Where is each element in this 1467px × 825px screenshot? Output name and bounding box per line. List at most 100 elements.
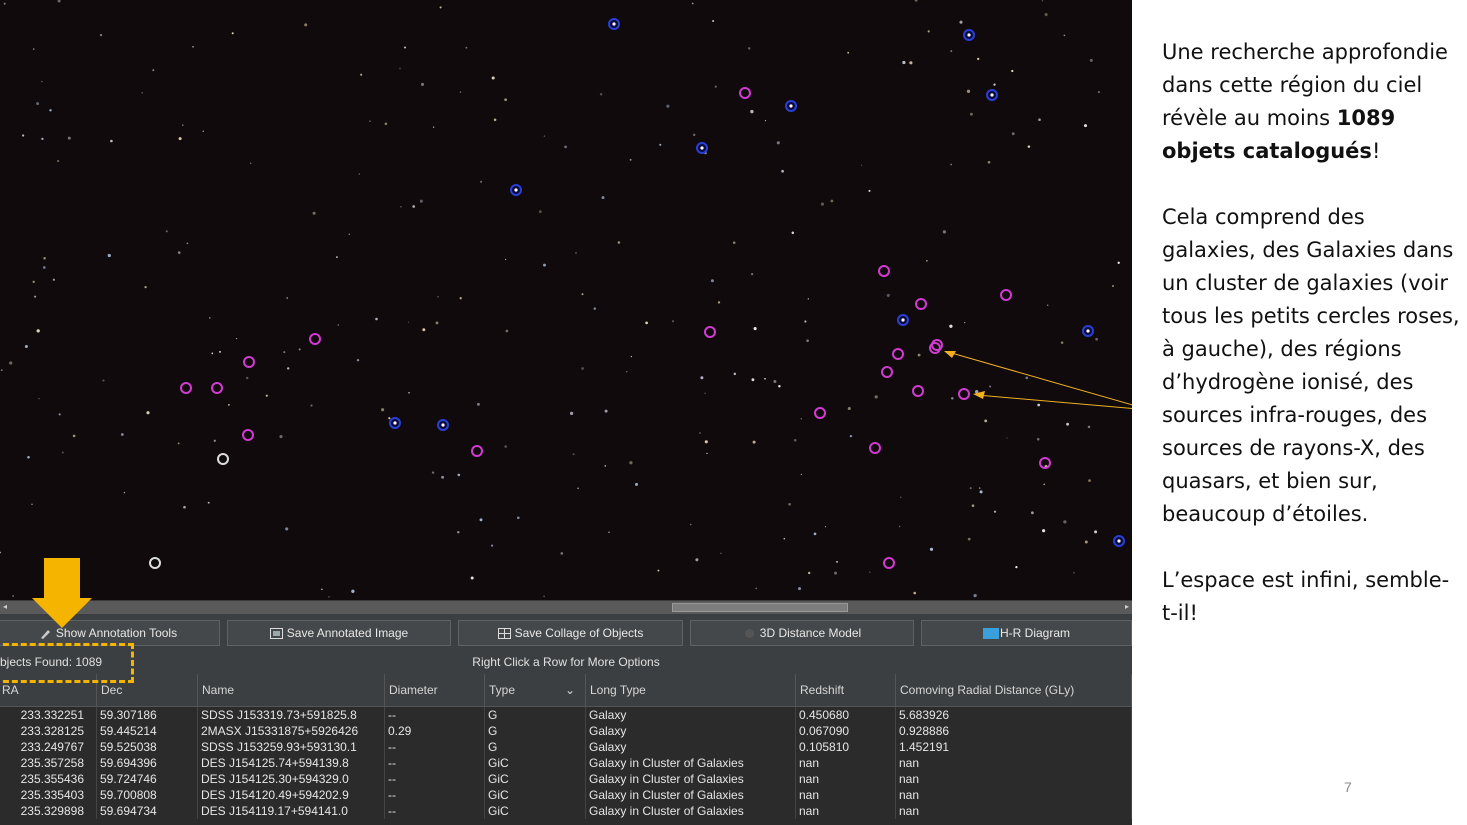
star	[691, 2, 694, 5]
galaxy-marker[interactable]	[739, 87, 751, 99]
table-row[interactable]: 235.355436 59.724746 DES J154125.30+594329…	[0, 771, 1132, 787]
star	[228, 404, 230, 406]
galaxy-marker[interactable]	[242, 429, 254, 441]
cell-distance: nan	[896, 803, 1132, 819]
other-marker[interactable]	[217, 453, 229, 465]
table-row[interactable]: 233.328125 59.445214 2MASX J15331875+59264…	[0, 723, 1132, 739]
galaxy-marker[interactable]	[309, 333, 321, 345]
column-header-redshift[interactable]: Redshift	[796, 674, 896, 706]
star	[0, 551, 2, 554]
cell-distance: nan	[896, 771, 1132, 787]
galaxy-marker[interactable]	[243, 356, 255, 368]
galaxy-marker[interactable]	[912, 385, 924, 397]
star	[310, 404, 313, 407]
star-core	[393, 421, 397, 425]
star	[1015, 565, 1018, 569]
galaxy-marker[interactable]	[704, 326, 716, 338]
cell-diameter: --	[385, 755, 485, 771]
save-collage-button[interactable]: Save Collage of Objects	[458, 620, 683, 646]
star	[836, 561, 838, 563]
galaxy-marker[interactable]	[471, 445, 483, 457]
star	[926, 259, 928, 262]
star	[1011, 132, 1015, 136]
cell-name: 2MASX J15331875+5926426	[198, 723, 385, 739]
galaxy-marker[interactable]	[814, 407, 826, 419]
horizontal-scrollbar[interactable]: ◂ ▸	[0, 600, 1132, 614]
galaxy-marker[interactable]	[869, 442, 881, 454]
objects-table[interactable]: RA Dec Name Diameter Type ⌄ Long Type Re…	[0, 674, 1132, 825]
column-header-comoving-distance[interactable]: Comoving Radial Distance (GLy)	[896, 674, 1132, 706]
column-header-type[interactable]: Type ⌄	[485, 674, 586, 706]
star	[3, 2, 6, 5]
chevron-down-icon[interactable]: ⌄	[565, 674, 575, 706]
star	[569, 411, 574, 416]
star	[491, 76, 495, 80]
star	[279, 435, 283, 439]
column-header-long-type[interactable]: Long Type	[586, 674, 796, 706]
star	[950, 50, 953, 53]
button-label: Save Annotated Image	[286, 626, 409, 640]
star	[577, 487, 579, 490]
star	[49, 109, 52, 112]
table-row[interactable]: 233.249767 59.525038 SDSS J153259.93+59313…	[0, 739, 1132, 755]
galaxy-marker[interactable]	[892, 348, 904, 360]
star	[183, 505, 186, 509]
cell-diameter: --	[385, 739, 485, 755]
star	[470, 576, 474, 580]
table-row[interactable]: 235.329898 59.694734 DES J154119.17+594141…	[0, 803, 1132, 819]
sky-image	[0, 0, 1125, 598]
cell-long-type: Galaxy in Cluster of Galaxies	[586, 787, 796, 803]
galaxy-marker[interactable]	[883, 557, 895, 569]
galaxy-marker[interactable]	[958, 388, 970, 400]
star	[773, 380, 777, 383]
star-core	[700, 146, 704, 150]
scrollbar-thumb[interactable]	[672, 603, 848, 612]
star	[959, 20, 963, 24]
table-row[interactable]: 233.332251 59.307186 SDSS J153319.73+59182…	[0, 707, 1132, 723]
star	[966, 89, 971, 93]
sky-image-viewer[interactable]	[0, 0, 1132, 600]
column-header-name[interactable]: Name	[198, 674, 385, 706]
star	[695, 558, 699, 562]
star	[1094, 530, 1098, 534]
cell-type: GiC	[485, 771, 586, 787]
galaxy-marker[interactable]	[881, 366, 893, 378]
galaxy-marker[interactable]	[915, 298, 927, 310]
star	[41, 80, 43, 83]
star	[348, 233, 351, 236]
galaxy-marker[interactable]	[211, 382, 223, 394]
star	[57, 0, 61, 3]
3d-distance-model-button[interactable]: 3D Distance Model	[690, 620, 914, 646]
column-header-diameter[interactable]: Diameter	[385, 674, 485, 706]
other-marker[interactable]	[149, 557, 161, 569]
star	[913, 591, 916, 595]
star	[975, 390, 979, 394]
star	[67, 136, 71, 140]
star	[1042, 529, 1046, 533]
star	[432, 126, 435, 128]
cell-type: GiC	[485, 803, 586, 819]
star	[1030, 511, 1034, 515]
hr-diagram-button[interactable]: H-R Diagram	[921, 620, 1132, 646]
scroll-right-icon[interactable]: ▸	[1125, 602, 1129, 611]
galaxy-marker[interactable]	[929, 342, 941, 354]
save-annotated-image-button[interactable]: Save Annotated Image	[227, 620, 451, 646]
star	[732, 241, 736, 244]
cell-type: GiC	[485, 787, 586, 803]
star	[384, 122, 388, 126]
galaxy-marker[interactable]	[878, 265, 890, 277]
star	[626, 371, 628, 373]
star	[457, 530, 460, 534]
star	[42, 266, 46, 269]
galaxy-marker[interactable]	[1000, 289, 1012, 301]
cell-diameter: 0.29	[385, 723, 485, 739]
cell-distance: 5.683926	[896, 707, 1132, 723]
scroll-left-icon[interactable]: ◂	[3, 602, 7, 611]
star	[207, 501, 210, 504]
cell-distance: 0.928886	[896, 723, 1132, 739]
star	[543, 595, 545, 597]
galaxy-marker[interactable]	[180, 382, 192, 394]
table-row[interactable]: 235.335403 59.700808 DES J154120.49+594202…	[0, 787, 1132, 803]
star	[617, 241, 621, 244]
table-row[interactable]: 235.357258 59.694396 DES J154125.74+594139…	[0, 755, 1132, 771]
